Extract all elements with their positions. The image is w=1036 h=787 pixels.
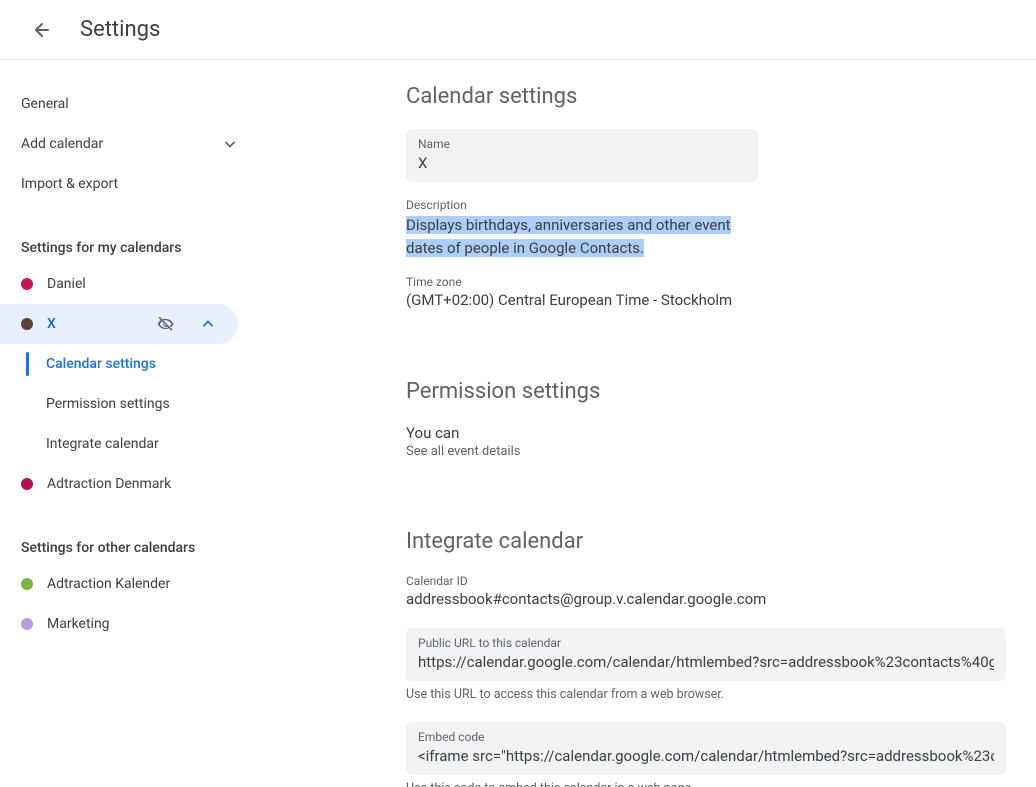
- embed-code-field[interactable]: Embed code <iframe src="https://calendar…: [406, 722, 1006, 775]
- calendar-label: Marketing: [47, 616, 222, 632]
- sidebar-item-label: Add calendar: [21, 136, 103, 152]
- field-label: Embed code: [418, 730, 994, 744]
- calendar-subnav-permission-settings[interactable]: Permission settings: [0, 384, 260, 424]
- field-label: Time zone: [406, 275, 1012, 289]
- app-header: Settings: [0, 0, 1036, 60]
- sidebar-item-import-export[interactable]: Import & export: [0, 164, 260, 204]
- section-title-permission-settings: Permission settings: [406, 379, 1012, 404]
- eye-off-icon: [156, 314, 176, 334]
- calendar-color-dot: [21, 318, 33, 330]
- highlighted-description-text[interactable]: Displays birthdays, anniversaries and ot…: [406, 216, 731, 257]
- settings-sidebar: General Add calendar Import & export Set…: [0, 60, 260, 787]
- sidebar-item-label: General: [21, 96, 69, 112]
- chevron-down-icon: [220, 134, 240, 154]
- subnav-label: Permission settings: [46, 396, 170, 412]
- description-block: Description Displays birthdays, annivers…: [406, 198, 1012, 259]
- sidebar-calendar-marketing[interactable]: Marketing: [0, 604, 238, 644]
- timezone-value: (GMT+02:00) Central European Time - Stoc…: [406, 291, 1006, 309]
- section-title-integrate-calendar: Integrate calendar: [406, 529, 1012, 554]
- field-label: Description: [406, 198, 1012, 212]
- permission-block: You can See all event details: [406, 424, 1012, 459]
- sidebar-calendar-x[interactable]: X: [0, 304, 238, 344]
- settings-main: Calendar settings Name X Description Dis…: [260, 60, 1036, 787]
- field-label: Calendar ID: [406, 574, 1012, 588]
- calendar-id-value[interactable]: addressbook#contacts@group.v.calendar.go…: [406, 590, 1006, 608]
- page-title: Settings: [80, 17, 160, 42]
- calendar-label: Daniel: [47, 276, 222, 292]
- calendar-color-dot: [21, 618, 33, 630]
- section-title-calendar-settings: Calendar settings: [406, 84, 1012, 109]
- calendar-color-dot: [21, 478, 33, 490]
- subnav-label: Calendar settings: [46, 356, 156, 372]
- calendar-id-block: Calendar ID addressbook#contacts@group.v…: [406, 574, 1012, 608]
- description-value: Displays birthdays, anniversaries and ot…: [406, 214, 751, 259]
- public-url-hint: Use this URL to access this calendar fro…: [406, 687, 1012, 702]
- sidebar-section-other-calendars: Settings for other calendars: [0, 532, 260, 564]
- embed-code-value: <iframe src="https://calendar.google.com…: [418, 747, 994, 765]
- name-field[interactable]: Name X: [406, 129, 758, 182]
- sidebar-item-general[interactable]: General: [0, 84, 260, 124]
- public-url-field[interactable]: Public URL to this calendar https://cale…: [406, 628, 1006, 681]
- sidebar-calendar-daniel[interactable]: Daniel: [0, 264, 238, 304]
- field-value: X: [418, 154, 746, 172]
- calendar-label: X: [47, 316, 138, 332]
- subnav-label: Integrate calendar: [46, 436, 159, 452]
- calendar-color-dot: [21, 278, 33, 290]
- permission-you-can: You can: [406, 424, 1012, 442]
- arrow-left-icon: [28, 18, 52, 42]
- calendar-subnav-integrate-calendar[interactable]: Integrate calendar: [0, 424, 260, 464]
- sidebar-item-add-calendar[interactable]: Add calendar: [0, 124, 260, 164]
- sidebar-section-my-calendars: Settings for my calendars: [0, 232, 260, 264]
- back-button[interactable]: [20, 10, 60, 50]
- timezone-block: Time zone (GMT+02:00) Central European T…: [406, 275, 1012, 309]
- field-label: Public URL to this calendar: [418, 636, 994, 650]
- chevron-up-icon: [198, 314, 218, 334]
- calendar-color-dot: [21, 578, 33, 590]
- calendar-subnav-calendar-settings[interactable]: Calendar settings: [0, 344, 260, 384]
- embed-code-hint: Use this code to embed this calendar in …: [406, 781, 1012, 787]
- visibility-off-button[interactable]: [152, 310, 180, 338]
- public-url-value: https://calendar.google.com/calendar/htm…: [418, 653, 994, 671]
- field-label: Name: [418, 137, 746, 151]
- permission-detail: See all event details: [406, 444, 1012, 459]
- sidebar-calendar-adtraction-kalender[interactable]: Adtraction Kalender: [0, 564, 238, 604]
- sidebar-calendar-adtraction-denmark[interactable]: Adtraction Denmark: [0, 464, 238, 504]
- sidebar-item-label: Import & export: [21, 176, 118, 192]
- calendar-label: Adtraction Denmark: [47, 476, 222, 492]
- calendar-label: Adtraction Kalender: [47, 576, 222, 592]
- collapse-button[interactable]: [194, 310, 222, 338]
